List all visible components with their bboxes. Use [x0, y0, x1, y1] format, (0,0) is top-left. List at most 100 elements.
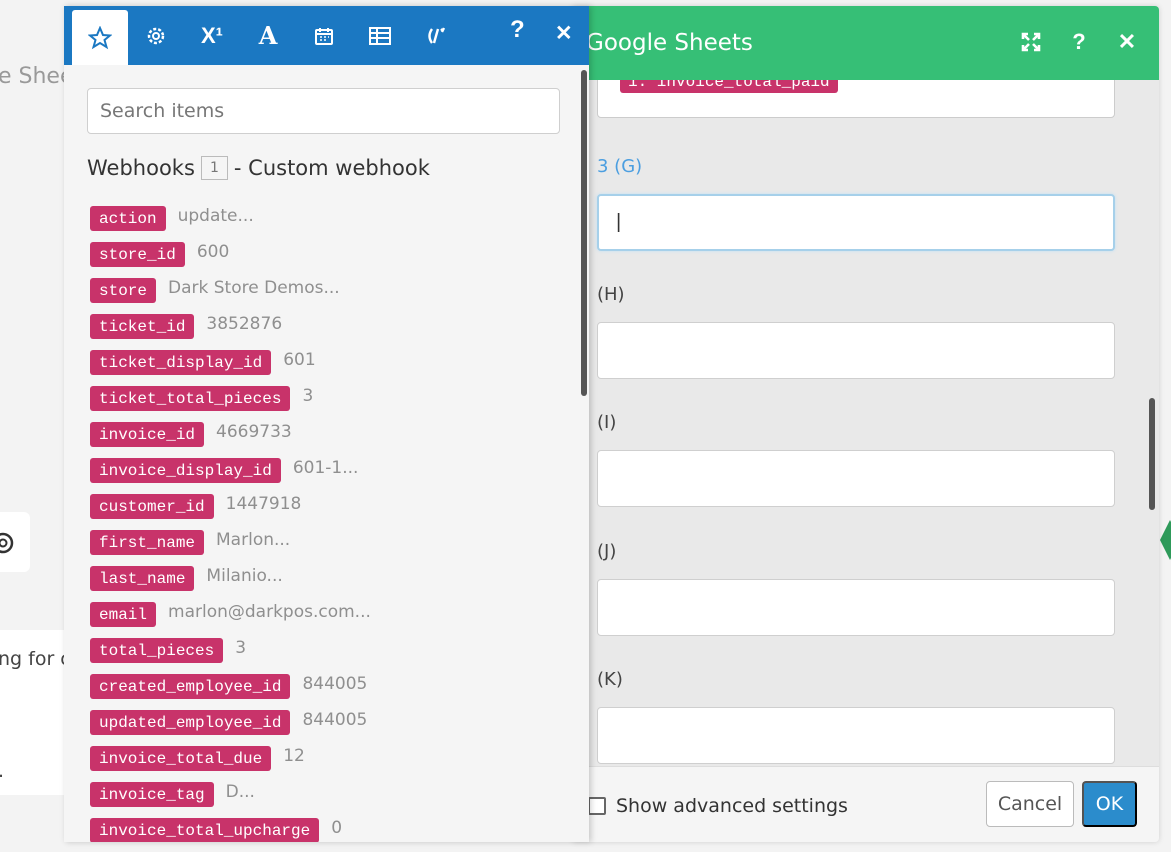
- table-icon: [369, 26, 391, 45]
- list-item[interactable]: customer_id 1447918: [90, 490, 560, 526]
- item-pill[interactable]: total_pieces: [90, 638, 224, 663]
- webhook-subtitle: - Custom webhook: [233, 156, 430, 180]
- calendar-icon: [315, 27, 333, 45]
- mapping-item-list: action update... store_id 600 store Dark St…: [90, 202, 560, 842]
- tab-date[interactable]: [296, 6, 352, 65]
- cancel-button[interactable]: Cancel: [986, 781, 1074, 827]
- list-item[interactable]: updated_employee_id 844005: [90, 706, 560, 742]
- list-item[interactable]: store Dark Store Demos...: [90, 274, 560, 310]
- settings-gear-icon[interactable]: [0, 528, 16, 563]
- list-item[interactable]: total_pieces 3: [90, 634, 560, 670]
- list-item[interactable]: invoice_id 4669733: [90, 418, 560, 454]
- item-pill[interactable]: store: [90, 278, 157, 303]
- tab-general[interactable]: [128, 6, 184, 65]
- list-item[interactable]: invoice_tag D...: [90, 778, 560, 814]
- list-item[interactable]: first_name Marlon...: [90, 526, 560, 562]
- help-icon[interactable]: ?: [1067, 28, 1091, 56]
- mapping-tabs: X¹ A ? ✕: [64, 6, 589, 65]
- list-item[interactable]: ticket_total_pieces 3: [90, 382, 560, 418]
- checkbox[interactable]: [588, 797, 606, 815]
- item-pill[interactable]: customer_id: [90, 494, 214, 519]
- item-pill[interactable]: updated_employee_id: [90, 710, 291, 735]
- advanced-settings-label: Show advanced settings: [616, 795, 848, 817]
- field-label: (K): [597, 669, 623, 690]
- list-item[interactable]: action update...: [90, 202, 560, 238]
- list-item[interactable]: invoice_display_id 601-1...: [90, 454, 560, 490]
- list-item[interactable]: ticket_id 3852876: [90, 310, 560, 346]
- list-item[interactable]: ticket_display_id 601: [90, 346, 560, 382]
- mapped-pill[interactable]: 1. invoice_total_paid: [620, 80, 838, 93]
- field-label: (J): [597, 541, 617, 562]
- item-pill[interactable]: store_id: [90, 242, 185, 267]
- field-label: 3 (G): [597, 156, 643, 177]
- list-item[interactable]: invoice_total_due 12: [90, 742, 560, 778]
- mapped-field-prev[interactable]: 1. invoice_total_paid: [597, 80, 1115, 118]
- tab-math[interactable]: X¹: [184, 6, 240, 65]
- module-number-badge: 1: [200, 156, 228, 180]
- item-pill[interactable]: ticket_display_id: [90, 350, 272, 375]
- item-pill[interactable]: invoice_display_id: [90, 458, 281, 483]
- webhook-title: Webhooks: [87, 156, 195, 180]
- close-icon[interactable]: ✕: [555, 21, 573, 46]
- field-j-input[interactable]: [597, 579, 1115, 636]
- mapping-panel: X¹ A ? ✕ Webhooks 1 - Custom webhook act…: [64, 6, 589, 842]
- gear-icon: [147, 27, 165, 44]
- item-pill[interactable]: invoice_tag: [90, 782, 214, 807]
- expand-icon[interactable]: [1019, 28, 1043, 56]
- tab-text[interactable]: A: [240, 6, 296, 65]
- list-item[interactable]: invoice_total_upcharge 0: [90, 814, 560, 842]
- item-value: 601-1...: [292, 458, 359, 478]
- math-icon: X¹: [201, 22, 223, 48]
- list-item[interactable]: store_id 600: [90, 238, 560, 274]
- item-pill[interactable]: ticket_total_pieces: [90, 386, 291, 411]
- ok-button[interactable]: OK: [1082, 781, 1137, 827]
- star-icon: [88, 25, 112, 49]
- item-value: Dark Store Demos...: [168, 278, 340, 298]
- item-value: Milanio...: [206, 566, 283, 586]
- advanced-settings-toggle[interactable]: Show advanced settings: [588, 795, 848, 817]
- item-pill[interactable]: invoice_total_upcharge: [90, 818, 320, 842]
- item-pill[interactable]: created_employee_id: [90, 674, 291, 699]
- item-value: 844005: [302, 710, 368, 730]
- custom-function-icon: [428, 26, 446, 44]
- field-h-input[interactable]: [597, 322, 1115, 379]
- item-pill[interactable]: ticket_id: [90, 314, 195, 339]
- field-g-input[interactable]: [597, 194, 1115, 251]
- list-item[interactable]: last_name Milanio...: [90, 562, 560, 598]
- webhook-heading: Webhooks 1 - Custom webhook: [87, 156, 430, 180]
- item-pill[interactable]: first_name: [90, 530, 205, 555]
- background-module-node-icon: [1160, 520, 1171, 560]
- item-value: 3852876: [206, 314, 283, 334]
- search-input[interactable]: [87, 88, 560, 134]
- item-value: 844005: [302, 674, 368, 694]
- field-j: (J): [597, 541, 1115, 636]
- item-value: 12: [283, 746, 305, 766]
- google-sheets-module-panel: Google Sheets ? ✕ 1. invoice_total_paid …: [572, 6, 1159, 842]
- item-value: 600: [196, 242, 230, 262]
- item-pill[interactable]: last_name: [90, 566, 195, 591]
- field-k: (K): [597, 669, 1115, 764]
- tab-array[interactable]: [352, 6, 408, 65]
- item-value: 3: [235, 638, 247, 658]
- tab-custom[interactable]: [408, 6, 464, 65]
- item-value: 4669733: [216, 422, 292, 442]
- field-k-input[interactable]: [597, 707, 1115, 764]
- background-text-fragment: ng for c: [0, 648, 71, 670]
- help-icon[interactable]: ?: [510, 16, 525, 44]
- item-value: update...: [177, 206, 254, 226]
- scrollbar[interactable]: [1149, 398, 1155, 510]
- item-value: 1447918: [225, 494, 302, 514]
- item-pill[interactable]: email: [90, 602, 157, 627]
- list-item[interactable]: email marlon@darkpos.com...: [90, 598, 560, 634]
- field-i-input[interactable]: [597, 450, 1115, 507]
- item-value: Marlon...: [216, 530, 291, 550]
- item-value: marlon@darkpos.com...: [168, 602, 371, 622]
- list-item[interactable]: created_employee_id 844005: [90, 670, 560, 706]
- scrollbar[interactable]: [581, 70, 587, 396]
- item-pill[interactable]: invoice_total_due: [90, 746, 272, 771]
- tab-favorites[interactable]: [72, 10, 128, 65]
- close-icon[interactable]: ✕: [1115, 28, 1139, 56]
- module-title: Google Sheets: [586, 30, 753, 56]
- item-pill[interactable]: action: [90, 206, 166, 231]
- item-pill[interactable]: invoice_id: [90, 422, 205, 447]
